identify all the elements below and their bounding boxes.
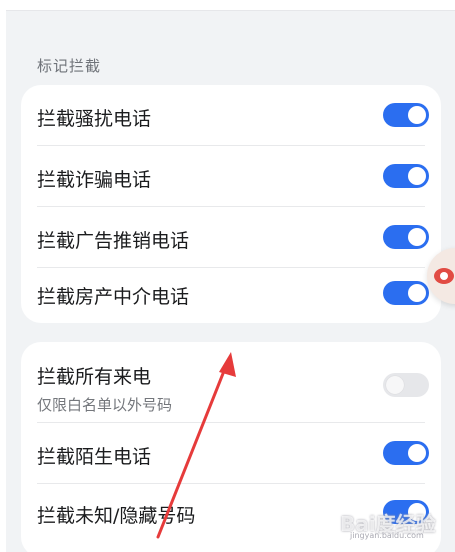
setting-row-block-strangers[interactable]: 拦截陌生电话: [21, 423, 441, 483]
block-all-calls-toggle[interactable]: [383, 373, 429, 397]
block-fraud-toggle[interactable]: [383, 164, 429, 188]
toggle-knob: [408, 167, 426, 185]
block-real-estate-toggle[interactable]: [383, 281, 429, 305]
setting-row-block-ads[interactable]: 拦截广告推销电话: [21, 207, 441, 267]
setting-label: 拦截广告推销电话: [37, 230, 190, 252]
toggle-knob: [408, 284, 426, 302]
block-ads-toggle[interactable]: [383, 225, 429, 249]
setting-row-block-all-calls[interactable]: 拦截所有来电 仅限白名单以外号码: [21, 342, 441, 422]
toggle-knob: [408, 228, 426, 246]
setting-sublabel: 仅限白名单以外号码: [37, 396, 173, 414]
toggle-knob: [408, 106, 426, 124]
setting-row-block-real-estate[interactable]: 拦截房产中介电话: [21, 268, 441, 323]
toggle-knob: [386, 376, 404, 394]
block-strangers-toggle[interactable]: [383, 441, 429, 465]
toggle-knob: [408, 444, 426, 462]
setting-row-block-fraud[interactable]: 拦截诈骗电话: [21, 146, 441, 206]
block-harassment-toggle[interactable]: [383, 103, 429, 127]
setting-label: 拦截房产中介电话: [37, 286, 190, 308]
setting-label: 拦截未知/隐藏号码: [37, 505, 196, 527]
baidu-watermark-url: jingyan.baidu.com: [350, 531, 424, 540]
setting-label: 拦截诈骗电话: [37, 169, 152, 191]
setting-label: 拦截所有来电: [37, 366, 152, 388]
block-settings-card: 拦截骚扰电话 拦截诈骗电话 拦截广告推销电话 拦截房产中介电话: [21, 85, 441, 323]
setting-label: 拦截陌生电话: [37, 446, 152, 468]
settings-screen: 标记拦截 拦截骚扰电话 拦截诈骗电话 拦截广告推销电话 拦截房产中介电话 拦截所…: [6, 10, 455, 552]
weibo-icon: [434, 268, 454, 284]
section-title: 标记拦截: [37, 57, 102, 75]
setting-label: 拦截骚扰电话: [37, 108, 152, 130]
setting-row-block-harassment[interactable]: 拦截骚扰电话: [21, 85, 441, 145]
